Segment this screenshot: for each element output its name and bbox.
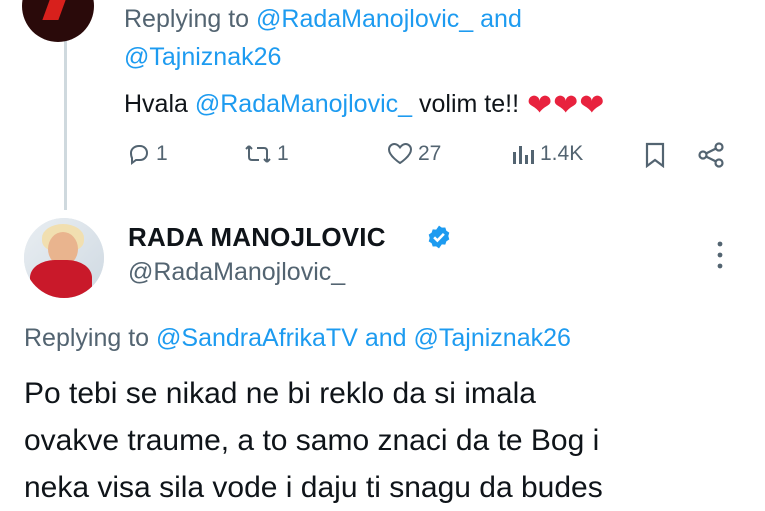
bookmark-icon bbox=[645, 142, 665, 168]
verified-icon bbox=[428, 225, 450, 249]
main-replying-to: Replying to @SandraAfrikaTV and @Tajnizn… bbox=[24, 322, 571, 354]
heart-emoji: ❤ bbox=[553, 89, 579, 122]
views-action-button[interactable]: 1.4K bbox=[511, 142, 583, 166]
heart-emoji: ❤ bbox=[526, 89, 553, 122]
thread-connector-line bbox=[64, 40, 67, 210]
more-icon[interactable] bbox=[710, 238, 730, 272]
tweet-body-line: ovakve traume, a to samo znaci da te Bog… bbox=[24, 424, 600, 457]
bookmark-button[interactable] bbox=[644, 142, 666, 168]
retweet-count: 1 bbox=[277, 142, 289, 165]
heart-emoji: ❤ bbox=[579, 89, 605, 122]
replying-to-and: and bbox=[364, 324, 407, 352]
tweet-text-suffix: volim te!! bbox=[418, 90, 520, 118]
reply-replying-to: Replying to @RadaManojlovic_ and bbox=[124, 3, 522, 35]
retweet-icon bbox=[245, 145, 271, 163]
like-count: 27 bbox=[418, 142, 442, 165]
reply-action-button[interactable]: 1 bbox=[127, 142, 168, 166]
author-avatar[interactable] bbox=[24, 218, 104, 298]
replying-to-mention[interactable]: @RadaManojlovic_ bbox=[256, 5, 473, 33]
like-action-button[interactable]: 27 bbox=[387, 142, 441, 166]
views-count: 1.4K bbox=[540, 142, 584, 165]
tweet-text-prefix: Hvala bbox=[124, 90, 188, 118]
replying-to-mention[interactable]: @Tajniznak26 bbox=[414, 324, 571, 352]
reply-replying-to-second-line: @Tajniznak26 bbox=[124, 41, 281, 73]
replying-to-label: Replying to bbox=[24, 324, 150, 352]
like-icon bbox=[387, 142, 413, 165]
tweet-text-mention[interactable]: @RadaManojlovic_ bbox=[195, 90, 412, 118]
replying-to-label: Replying to bbox=[124, 5, 250, 33]
reply-tweet-text: Hvala @RadaManojlovic_ volim te!! ❤❤❤ bbox=[124, 87, 604, 123]
replying-to-and: and bbox=[480, 5, 522, 33]
retweet-action-button[interactable]: 1 bbox=[244, 142, 289, 166]
share-icon bbox=[698, 142, 724, 168]
replying-to-mention[interactable]: @Tajniznak26 bbox=[124, 43, 281, 71]
tweet-body-line: Po tebi se nikad ne bi reklo da si imala bbox=[24, 377, 536, 410]
author-handle[interactable]: @RadaManojlovic_ bbox=[128, 258, 345, 287]
views-icon bbox=[513, 146, 534, 164]
author-name[interactable]: RADA MANOJLOVIC bbox=[128, 222, 386, 253]
reply-count: 1 bbox=[156, 142, 168, 165]
tweet-body-line: neka visa sila vode i daju ti snagu da b… bbox=[24, 471, 603, 504]
share-button[interactable] bbox=[697, 142, 725, 168]
tweet-body: Po tebi se nikad ne bi reklo da si imala… bbox=[24, 370, 754, 511]
replying-to-mention[interactable]: @SandraAfrikaTV bbox=[156, 324, 358, 352]
reply-icon bbox=[129, 145, 149, 165]
reply-author-avatar[interactable] bbox=[22, 0, 94, 42]
